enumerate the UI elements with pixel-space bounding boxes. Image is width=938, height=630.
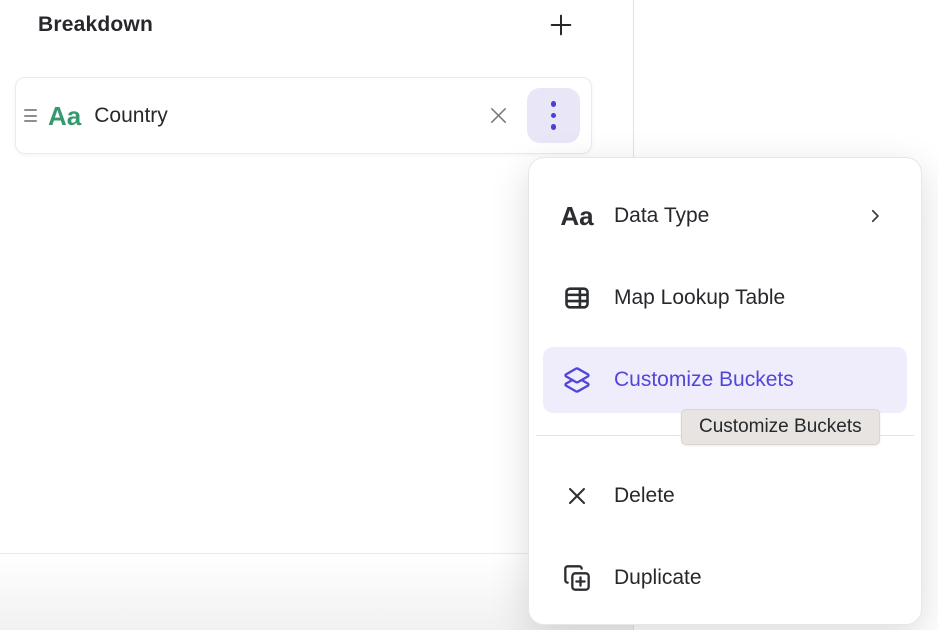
menu-item-label: Data Type (614, 204, 709, 228)
drag-handle-icon[interactable] (24, 109, 37, 122)
tooltip: Customize Buckets (681, 409, 880, 445)
breakdown-field-card: Aa Country (15, 77, 592, 154)
menu-item-duplicate[interactable]: Duplicate (529, 545, 921, 611)
menu-item-label: Customize Buckets (614, 368, 794, 392)
field-options-button[interactable] (527, 88, 580, 143)
chevron-right-icon (866, 207, 884, 225)
page-title: Breakdown (38, 13, 153, 37)
menu-item-label: Duplicate (614, 566, 702, 590)
menu-item-customize-buckets[interactable]: Customize Buckets (543, 347, 907, 413)
field-options-menu: Aa Data Type Map Lookup Table Customize … (528, 157, 922, 625)
close-icon (487, 104, 510, 127)
remove-field-button[interactable] (483, 101, 513, 131)
menu-item-data-type[interactable]: Aa Data Type (529, 183, 921, 249)
add-breakdown-button[interactable] (544, 8, 578, 42)
copy-plus-icon (563, 564, 591, 592)
field-name-label: Country (94, 104, 168, 128)
menu-item-delete[interactable]: Delete (529, 463, 921, 529)
layers-icon (563, 366, 591, 394)
menu-item-map-lookup-table[interactable]: Map Lookup Table (529, 265, 921, 331)
plus-icon (547, 11, 575, 39)
menu-item-label: Delete (614, 484, 675, 508)
breakdown-header: Breakdown (38, 8, 578, 42)
x-icon (563, 484, 591, 508)
text-type-icon: Aa (563, 203, 591, 229)
text-type-icon: Aa (48, 103, 81, 129)
table-icon (563, 284, 591, 312)
menu-item-label: Map Lookup Table (614, 286, 785, 310)
